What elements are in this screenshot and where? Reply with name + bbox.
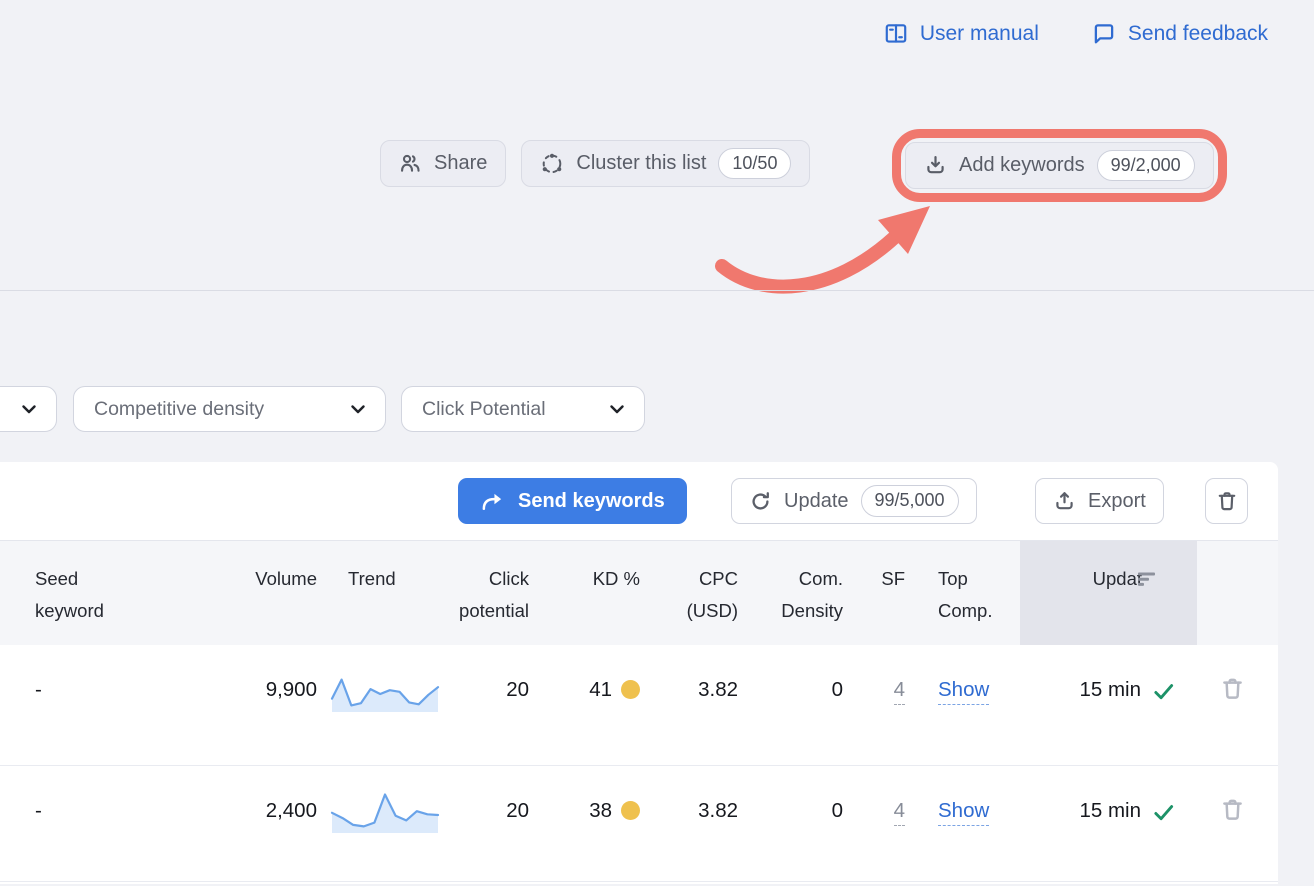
chevron-down-icon — [347, 398, 369, 420]
column-header-sf[interactable]: SF — [843, 541, 905, 645]
trash-icon — [1215, 489, 1239, 513]
column-header-trend[interactable]: Trend — [317, 541, 440, 645]
sort-desc-icon — [1138, 572, 1157, 587]
show-link[interactable]: Show — [938, 678, 989, 705]
speech-bubble-icon — [1091, 21, 1117, 47]
add-keywords-label: Add keywords — [959, 154, 1085, 177]
book-icon — [883, 21, 909, 47]
cluster-label: Cluster this list — [576, 152, 706, 175]
cell-updated: 15 min — [1020, 645, 1197, 765]
cell-row-actions — [1197, 766, 1278, 881]
page: User manual Send feedback Share — [0, 0, 1314, 886]
cell-updated: 15 min — [1020, 766, 1197, 881]
cell-row-actions — [1197, 645, 1278, 765]
forward-arrow-icon — [480, 490, 505, 512]
kd-value: 38 — [589, 799, 612, 823]
table-toolbar: Send keywords Update 99/5,000 Export — [0, 462, 1278, 540]
add-keywords-button[interactable]: Add keywords 99/2,000 — [905, 142, 1214, 189]
cell-com-density: 0 — [738, 766, 843, 881]
user-manual-label: User manual — [920, 22, 1039, 46]
cell-click-potential: 20 — [440, 645, 529, 765]
chevron-down-icon — [606, 398, 628, 420]
send-feedback-link[interactable]: Send feedback — [1091, 21, 1268, 47]
cell-sf: 4 — [843, 766, 905, 881]
update-button[interactable]: Update 99/5,000 — [731, 478, 977, 524]
column-header-seed-keyword[interactable]: Seed keyword — [0, 541, 135, 645]
cell-top-comp: Show — [905, 766, 1020, 881]
cell-volume: 9,900 — [135, 645, 317, 765]
sf-value[interactable]: 4 — [894, 678, 905, 705]
kd-difficulty-dot — [621, 680, 640, 699]
cell-cpc: 3.82 — [640, 645, 738, 765]
curved-arrow-annotation — [706, 198, 941, 310]
table-header-row: Seed keyword Volume Trend Click potentia… — [0, 540, 1278, 645]
help-links: User manual Send feedback — [883, 21, 1268, 47]
share-button[interactable]: Share — [380, 140, 506, 187]
cell-click-potential: 20 — [440, 766, 529, 881]
filter-competitive-density[interactable]: Competitive density — [73, 386, 386, 432]
upload-icon — [1053, 490, 1076, 513]
cell-volume: 2,400 — [135, 766, 317, 881]
section-divider — [0, 290, 1314, 291]
cell-seed-keyword: - — [0, 645, 135, 765]
share-label: Share — [434, 152, 487, 175]
table-row: - 9,900 20 41 3.82 0 4 Show 15 min — [0, 645, 1278, 766]
cell-seed-keyword: - — [0, 766, 135, 881]
column-header-updated-label: Updat — [1093, 563, 1142, 595]
table-row: - 2,400 20 38 3.82 0 4 Show 15 min — [0, 766, 1278, 882]
trash-icon[interactable] — [1219, 796, 1246, 823]
column-header-top-comp[interactable]: Top Comp. — [905, 541, 1020, 645]
refresh-icon — [749, 490, 772, 513]
filter-click-potential-label: Click Potential — [422, 398, 546, 421]
trend-sparkline — [317, 645, 440, 765]
filter-competitive-density-label: Competitive density — [94, 398, 264, 421]
show-link[interactable]: Show — [938, 799, 989, 826]
send-keywords-label: Send keywords — [518, 490, 665, 513]
cell-sf: 4 — [843, 645, 905, 765]
kd-value: 41 — [589, 678, 612, 702]
column-header-updated-sorted[interactable]: Updat — [1020, 541, 1197, 645]
column-header-kd[interactable]: KD % — [529, 541, 640, 645]
trash-icon[interactable] — [1219, 675, 1246, 702]
cell-top-comp: Show — [905, 645, 1020, 765]
export-button[interactable]: Export — [1035, 478, 1164, 524]
keyword-table-card: Send keywords Update 99/5,000 Export — [0, 462, 1278, 884]
check-icon — [1152, 801, 1175, 824]
filter-click-potential[interactable]: Click Potential — [401, 386, 645, 432]
cell-cpc: 3.82 — [640, 766, 738, 881]
delete-list-button[interactable] — [1205, 478, 1248, 524]
action-bar: Share Cluster this list 10/50 — [380, 140, 810, 187]
trend-sparkline — [317, 766, 440, 881]
filter-dropdown-partial[interactable] — [0, 386, 57, 432]
chevron-down-icon — [18, 398, 40, 420]
column-header-cpc[interactable]: CPC (USD) — [640, 541, 738, 645]
kd-difficulty-dot — [621, 801, 640, 820]
export-label: Export — [1088, 490, 1146, 513]
column-header-click-potential[interactable]: Click potential — [440, 541, 529, 645]
cell-kd: 41 — [529, 645, 640, 765]
highlight-ring-annotation: Add keywords 99/2,000 — [892, 129, 1227, 202]
users-icon — [399, 152, 422, 175]
cell-kd: 38 — [529, 766, 640, 881]
send-feedback-label: Send feedback — [1128, 22, 1268, 46]
cluster-icon — [540, 152, 564, 176]
check-icon — [1152, 680, 1175, 703]
download-icon — [924, 154, 947, 177]
updated-value: 15 min — [1079, 799, 1141, 823]
cluster-this-list-button[interactable]: Cluster this list 10/50 — [521, 140, 810, 187]
updated-value: 15 min — [1079, 678, 1141, 702]
cluster-count-badge: 10/50 — [718, 148, 791, 179]
column-header-actions — [1197, 541, 1278, 645]
send-keywords-button[interactable]: Send keywords — [458, 478, 687, 524]
column-header-com-density[interactable]: Com. Density — [738, 541, 843, 645]
column-header-volume[interactable]: Volume — [135, 541, 317, 645]
user-manual-link[interactable]: User manual — [883, 21, 1039, 47]
cell-com-density: 0 — [738, 645, 843, 765]
update-count-badge: 99/5,000 — [861, 485, 959, 516]
add-keywords-count-badge: 99/2,000 — [1097, 150, 1195, 181]
update-label: Update — [784, 490, 849, 513]
sf-value[interactable]: 4 — [894, 799, 905, 826]
